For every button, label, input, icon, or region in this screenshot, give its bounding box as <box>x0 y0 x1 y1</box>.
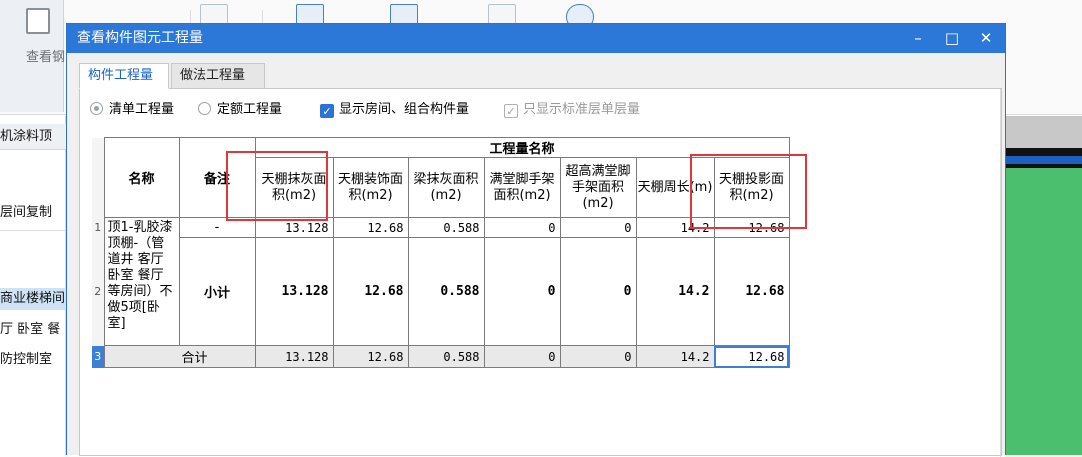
cell-value[interactable]: 0 <box>559 237 637 346</box>
left-panel-item[interactable]: 商业楼梯间 <box>0 288 66 310</box>
background-drawing-line <box>1006 156 1082 164</box>
cell-value[interactable]: 13.128 <box>254 237 334 346</box>
cell-value[interactable]: 0 <box>559 217 637 238</box>
cell-value[interactable]: 0 <box>559 345 637 368</box>
background-left-panel: 机涂料顶 层间复制 商业楼梯间 厅 卧室 餐 防控制室 <box>0 116 66 455</box>
cell-name[interactable]: 顶1-乳胶漆顶棚-（管道井 客厅 卧室 餐厅等房间）不做5项[卧室] <box>103 217 180 346</box>
background-drawing-line <box>1006 164 1082 168</box>
cell-value-selected[interactable]: 12.68 <box>713 345 790 368</box>
column-header-name[interactable]: 名称 <box>103 137 180 218</box>
cell-subtotal-label[interactable]: 小计 <box>178 237 256 346</box>
quota-quantity-label: 定额工程量 <box>217 102 283 117</box>
minimize-button[interactable]: – <box>901 24 935 53</box>
cell-value[interactable]: 0 <box>483 237 561 346</box>
column-header[interactable]: 梁抹灰面积(m2) <box>407 157 485 218</box>
left-panel-divider <box>0 230 66 231</box>
quantity-table: 名称 备注 工程量名称 天棚抹灰面积(m2) 天棚装饰面积(m2) 梁抹灰面积(… <box>92 137 790 368</box>
cell-value[interactable]: 0.588 <box>407 345 485 368</box>
check-icon: ✓ <box>320 104 334 118</box>
maximize-button[interactable]: □ <box>935 24 969 53</box>
bill-quantity-label: 清单工程量 <box>109 102 175 117</box>
left-panel-item[interactable]: 厅 卧室 餐 <box>0 319 66 341</box>
column-header[interactable]: 天棚装饰面积(m2) <box>332 157 409 218</box>
column-header[interactable]: 满堂脚手架面积(m2) <box>483 157 561 218</box>
cell-value[interactable]: 0.588 <box>407 237 485 346</box>
left-panel-item[interactable]: 防控制室 <box>0 349 66 371</box>
cell-value[interactable]: 13.128 <box>254 345 334 368</box>
row-number[interactable]: 1 <box>92 217 105 238</box>
cell-value[interactable]: 12.68 <box>332 345 409 368</box>
table-row-total[interactable]: 3 合计 13.128 12.68 0.588 0 0 14.2 12.68 <box>92 345 790 368</box>
row-number[interactable]: 3 <box>92 345 105 368</box>
dialog-title: 查看构件图元工程量 <box>77 30 203 46</box>
view-quantity-icon <box>26 8 50 34</box>
column-header[interactable]: 天棚投影面积(m2) <box>713 157 790 218</box>
radio-indicator <box>90 102 103 115</box>
cell-value[interactable]: 14.2 <box>635 237 715 346</box>
table-row-subtotal[interactable]: 2 小计 13.128 12.68 0.588 0 0 14.2 12.68 <box>92 237 790 346</box>
show-rooms-checkbox[interactable]: ✓ 显示房间、组合构件量 <box>320 99 469 121</box>
column-header[interactable]: 超高满堂脚手架面积(m2) <box>559 157 637 218</box>
cell-value[interactable]: 12.68 <box>332 237 409 346</box>
column-header-note[interactable]: 备注 <box>178 137 256 218</box>
table-row[interactable]: 1 顶1-乳胶漆顶棚-（管道井 客厅 卧室 餐厅等房间）不做5项[卧室] - 1… <box>92 217 790 346</box>
only-standard-floor-label: 只显示标准层单层量 <box>523 102 641 117</box>
cell-total-label[interactable]: 合计 <box>103 345 256 368</box>
tab-component-quantity[interactable]: 构件工程量 <box>79 63 169 89</box>
panel-border <box>1000 89 1001 457</box>
cell-value[interactable]: 0 <box>483 217 561 238</box>
show-rooms-label: 显示房间、组合构件量 <box>339 102 470 117</box>
cell-value[interactable]: 12.68 <box>332 217 409 238</box>
quantity-options: 清单工程量 定额工程量 ✓ 显示房间、组合构件量 ✓ 只显示标准层单层量 <box>90 99 990 121</box>
cell-value[interactable]: 0.588 <box>407 217 485 238</box>
cell-value[interactable]: 14.2 <box>635 345 715 368</box>
cell-value[interactable]: 13.128 <box>254 217 334 238</box>
check-icon: ✓ <box>504 104 518 118</box>
tab-method-quantity[interactable]: 做法工程量 <box>171 63 265 89</box>
view-quantity-label: 查看钢 <box>26 50 66 65</box>
background-drawing-toolbar <box>1006 116 1082 148</box>
only-standard-floor-checkbox: ✓ 只显示标准层单层量 <box>504 99 640 121</box>
dialog-titlebar[interactable]: 查看构件图元工程量 – □ ✕ <box>67 24 1005 53</box>
column-header[interactable]: 天棚周长(m) <box>635 157 715 218</box>
view-component-quantity-dialog: 查看构件图元工程量 – □ ✕ 构件工程量 做法工程量 清单工程量 定额工程量 … <box>66 23 1006 457</box>
quota-quantity-radio[interactable]: 定额工程量 <box>198 99 282 121</box>
floor-copy-button[interactable]: 层间复制 <box>0 202 66 224</box>
cell-value[interactable]: 12.68 <box>713 237 790 346</box>
row-number[interactable]: 2 <box>92 237 105 346</box>
tab-panel: 清单工程量 定额工程量 ✓ 显示房间、组合构件量 ✓ 只显示标准层单层量 名称 … <box>79 88 1002 457</box>
row-header-cell <box>92 137 105 218</box>
left-panel-header[interactable]: 机涂料顶 <box>0 124 66 150</box>
background-drawing-line <box>1006 148 1082 156</box>
view-quantity-ribbon-button[interactable]: 查看钢 <box>0 0 66 112</box>
bill-quantity-radio[interactable]: 清单工程量 <box>90 99 174 121</box>
cell-value[interactable]: 0 <box>483 345 561 368</box>
column-group-header: 工程量名称 <box>254 137 790 158</box>
column-header[interactable]: 天棚抹灰面积(m2) <box>254 157 334 218</box>
cell-note[interactable]: - <box>178 217 256 238</box>
radio-indicator <box>198 102 211 115</box>
cell-value[interactable]: 12.68 <box>713 217 790 238</box>
cell-value[interactable]: 14.2 <box>635 217 715 238</box>
close-button[interactable]: ✕ <box>969 24 1003 53</box>
